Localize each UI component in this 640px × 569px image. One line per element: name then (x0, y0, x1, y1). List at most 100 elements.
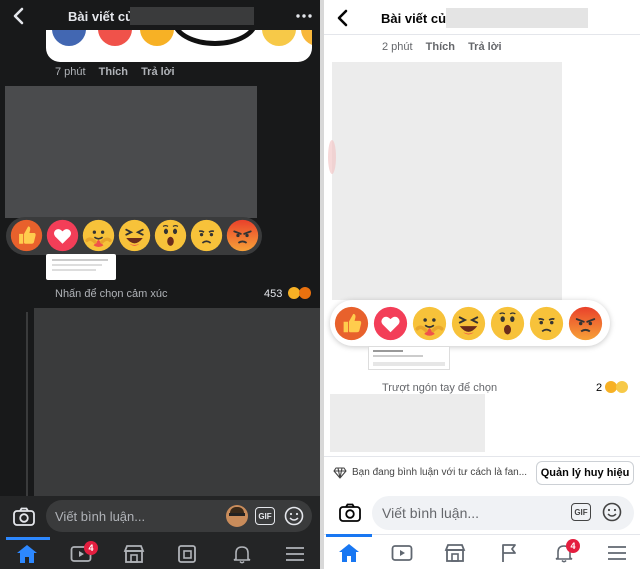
nav-home[interactable] (14, 541, 40, 567)
love-reaction-button[interactable] (46, 219, 79, 252)
avatar-sticker[interactable] (226, 505, 248, 527)
back-button[interactable] (333, 7, 351, 29)
chevron-left-icon (337, 9, 348, 27)
diamond-icon (333, 466, 347, 480)
wow-reaction-button[interactable] (490, 306, 525, 341)
sad-reaction-button[interactable] (190, 219, 223, 252)
nav-marketplace[interactable] (442, 540, 468, 566)
reply-link[interactable]: Trả lời (468, 41, 502, 53)
like-reaction-button[interactable] (10, 219, 43, 252)
thread-line (26, 312, 28, 496)
wow-reaction-button[interactable] (154, 219, 187, 252)
nav-pages[interactable] (496, 540, 522, 566)
smiley-icon (284, 506, 304, 526)
emoji-button[interactable] (602, 502, 622, 522)
home-icon (17, 545, 37, 563)
shop-icon (123, 545, 145, 563)
comment-thumbnail (368, 346, 450, 370)
video-badge: 4 (84, 541, 98, 555)
fan-notice-text: Bạn đang bình luận với tư cách là fan... (352, 467, 528, 478)
nav-watch[interactable] (389, 540, 415, 566)
partial-shape (328, 140, 336, 174)
menu-icon (286, 547, 304, 561)
comment-thumbnail (46, 254, 116, 280)
haha-emoji-icon (451, 306, 486, 341)
haha-reaction-button[interactable] (451, 306, 486, 341)
like-emoji-icon (10, 219, 43, 252)
like-link[interactable]: Thích (426, 41, 455, 53)
sad-emoji-icon (529, 306, 564, 341)
flag-icon (502, 544, 516, 562)
comment-meta: 7 phút Thích Trả lời (55, 66, 175, 78)
care-emoji-icon (412, 306, 447, 341)
reaction-hint: Trượt ngón tay để chọn (382, 382, 498, 394)
gif-button[interactable]: GIF (571, 503, 591, 521)
dark-mode-post-screen: Bài viết của 7 phút Thích Trả lời Nhấn đ… (0, 0, 320, 569)
like-emoji-icon (334, 306, 369, 341)
like-link[interactable]: Thích (99, 66, 128, 78)
nav-notifications[interactable] (229, 541, 255, 567)
gif-button[interactable]: GIF (255, 507, 275, 525)
nav-home[interactable] (336, 540, 362, 566)
nav-marketplace[interactable] (121, 541, 147, 567)
more-dots-icon (296, 14, 312, 18)
emoji-button[interactable] (284, 506, 304, 526)
reaction-count[interactable]: 453 (264, 288, 282, 300)
angry-reaction-button[interactable] (226, 219, 259, 252)
comment-bubble-image (46, 30, 312, 62)
active-tab-indicator (326, 534, 372, 537)
redacted-reply (34, 308, 320, 496)
sad-reaction-partial (262, 30, 296, 46)
wow-reaction-partial (301, 30, 312, 46)
active-tab-indicator (6, 537, 50, 540)
comment-meta: 2 phút Thích Trả lời (382, 41, 502, 53)
haha-emoji-icon (118, 219, 151, 252)
notifications-badge: 4 (566, 539, 580, 553)
bell-icon (233, 546, 251, 564)
back-button[interactable] (9, 5, 27, 27)
angry-reaction-button[interactable] (568, 306, 603, 341)
haha-reaction-button[interactable] (118, 219, 151, 252)
reaction-count[interactable]: 2 (596, 382, 602, 394)
pages-icon (178, 545, 196, 563)
care-reaction-button[interactable] (412, 306, 447, 341)
nav-pages[interactable] (174, 541, 200, 567)
header-divider (324, 34, 640, 35)
menu-icon (608, 546, 626, 560)
comment-time: 2 phút (382, 41, 413, 53)
angry-mini-icon (299, 287, 311, 299)
page-title: Bài viết của (381, 11, 454, 26)
video-icon (391, 545, 413, 561)
bottom-nav (0, 536, 320, 569)
care-reaction-button[interactable] (82, 219, 115, 252)
redacted-image (5, 86, 257, 218)
camera-icon (339, 503, 361, 522)
angry-emoji-icon (226, 219, 259, 252)
chevron-left-icon (13, 7, 24, 25)
love-reaction-button[interactable] (373, 306, 408, 341)
circle-drawing-partial (172, 30, 258, 46)
love-emoji-icon (46, 219, 79, 252)
reply-link[interactable]: Trả lời (141, 66, 175, 78)
care-emoji-icon (82, 219, 115, 252)
wow-emoji-icon (490, 306, 525, 341)
shop-icon (444, 544, 466, 562)
manage-badges-button[interactable]: Quản lý huy hiệu (536, 461, 634, 485)
more-options-button[interactable] (294, 8, 314, 24)
smiley-icon (602, 502, 622, 522)
light-mode-post-screen: Bài viết của 2 phút Thích Trả lời Trượt … (324, 0, 640, 569)
sad-reaction-button[interactable] (529, 306, 564, 341)
redacted-image (332, 62, 562, 300)
camera-button[interactable] (12, 506, 36, 528)
comment-input-placeholder[interactable]: Viết bình luận... (382, 505, 479, 521)
sad-emoji-icon (190, 219, 223, 252)
camera-icon (13, 507, 35, 526)
comment-input-placeholder[interactable]: Viết bình luận... (55, 509, 145, 524)
camera-button[interactable] (338, 502, 362, 524)
like-reaction-button[interactable] (334, 306, 369, 341)
redacted-reply (330, 394, 485, 452)
nav-menu[interactable] (604, 540, 630, 566)
nav-menu[interactable] (282, 541, 308, 567)
angry-emoji-icon (568, 306, 603, 341)
care-reaction-partial (140, 30, 174, 46)
